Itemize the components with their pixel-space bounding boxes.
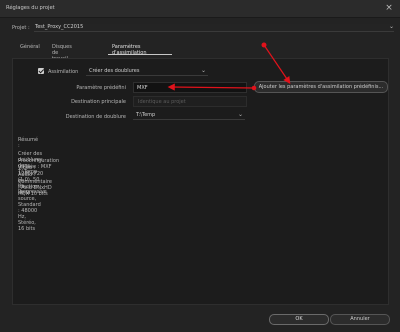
project-value: Test_Proxy_CC2015 xyxy=(35,24,84,30)
assimilation-checkbox[interactable] xyxy=(38,68,44,74)
title-bar: Réglages du projet × xyxy=(0,0,400,18)
preset-field[interactable]: MXF xyxy=(133,82,247,93)
tab-general[interactable]: Général xyxy=(20,44,40,50)
preset-label: Paramètre prédéfini xyxy=(76,85,126,91)
duplicate-destination-select[interactable]: T:\Temp ⌄ xyxy=(133,111,245,120)
active-tab-indicator xyxy=(108,54,172,55)
assimilation-mode-value: Créer des doublures xyxy=(89,68,140,74)
primary-destination-label: Destination principale xyxy=(71,99,126,105)
primary-destination-field: Identique au projet xyxy=(133,96,247,107)
primary-destination-value: Identique au projet xyxy=(138,99,186,105)
window-title: Réglages du projet xyxy=(6,5,55,11)
duplicate-destination-value: T:\Temp xyxy=(136,112,156,118)
project-select[interactable]: Test_Proxy_CC2015 ⌄ xyxy=(34,23,394,32)
close-icon[interactable]: × xyxy=(384,3,394,13)
summary-title: Résumé : xyxy=(18,137,39,149)
chevron-down-icon: ⌄ xyxy=(237,111,243,118)
duplicate-destination-label: Destination de doublure xyxy=(65,114,126,120)
project-settings-dialog: Réglages du projet × Projet : Test_Proxy… xyxy=(0,0,400,332)
assimilation-mode-select[interactable]: Créer des doublures ⌄ xyxy=(86,67,208,76)
ok-button[interactable]: OK xyxy=(269,314,329,325)
summary-line: Commentaire : Avid DNxHD HQX 10 bits xyxy=(18,179,52,197)
annotation-dot xyxy=(261,42,267,48)
preset-value: MXF xyxy=(137,85,148,91)
chevron-down-icon: ⌄ xyxy=(200,67,206,74)
assimilation-label: Assimilation xyxy=(48,69,79,75)
cancel-button[interactable]: Annuler xyxy=(330,314,390,325)
add-ingest-presets-button[interactable]: Ajouter les paramètres d'assimilation pr… xyxy=(254,81,388,93)
chevron-down-icon: ⌄ xyxy=(388,23,394,30)
